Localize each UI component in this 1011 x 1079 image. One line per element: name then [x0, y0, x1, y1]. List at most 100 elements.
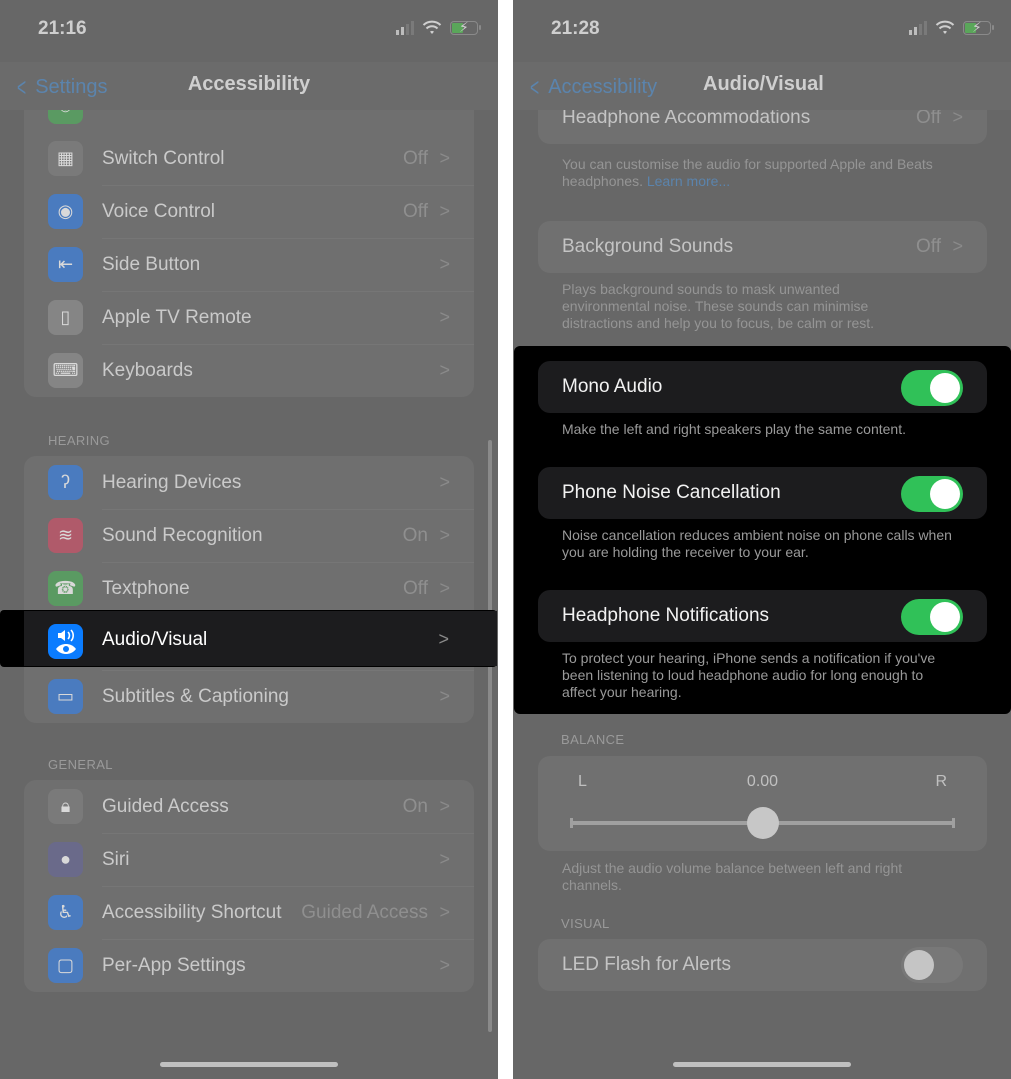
siri-icon: ●	[48, 842, 83, 877]
balance-card: L 0.00 R	[538, 756, 987, 851]
chevron-right-icon: >	[439, 307, 450, 327]
section-header-visual: VISUAL	[561, 916, 610, 931]
row-label: Apple TV Remote	[102, 306, 252, 328]
ear-icon: ʔ	[48, 465, 83, 500]
chevron-right-icon: >	[439, 796, 450, 816]
headphone-notifications-toggle[interactable]	[901, 599, 963, 635]
row-value: Off	[403, 200, 428, 222]
chevron-right-icon: >	[438, 629, 449, 649]
side-button-icon: ⇤	[48, 247, 83, 282]
list-item[interactable]: ▯ Apple TV Remote >	[24, 291, 474, 344]
list-item-audio-visual[interactable]: Audio/Visual >	[0, 610, 497, 667]
voice-control-icon: ◉	[48, 194, 83, 229]
textphone-icon: ☎	[48, 571, 83, 606]
learn-more-link[interactable]: Learn more...	[647, 173, 730, 189]
section-header-general: GENERAL	[48, 757, 113, 772]
chevron-right-icon: >	[439, 955, 450, 975]
list-item[interactable]: ♿︎ Accessibility Shortcut Guided Access >	[24, 886, 474, 939]
section-header-balance: BALANCE	[561, 732, 625, 747]
chevron-left-icon: <	[530, 72, 540, 102]
mono-audio-row: Mono Audio	[538, 361, 987, 413]
row-value: On	[402, 795, 428, 817]
accessibility-screen: 21:16 ⚡ < Settings Accessibility ☺ Face …	[0, 0, 498, 1079]
scrollbar[interactable]	[488, 440, 492, 1032]
status-time: 21:28	[551, 18, 600, 39]
row-label: Voice Control	[102, 200, 216, 222]
led-flash-toggle[interactable]	[901, 947, 963, 983]
chevron-right-icon: >	[439, 201, 450, 221]
list-item-led-flash: LED Flash for Alerts	[538, 939, 987, 991]
nav-bar: < Accessibility Audio/Visual	[513, 62, 1011, 110]
subtitles-icon: ▭	[48, 679, 83, 714]
highlighted-toggles-panel: Mono Audio Make the left and right speak…	[514, 346, 1011, 714]
row-label: Siri	[102, 848, 130, 870]
phone-noise-cancellation-toggle[interactable]	[901, 476, 963, 512]
phone-noise-cancellation-row: Phone Noise Cancellation	[538, 467, 987, 519]
row-label: Keyboards	[102, 359, 193, 381]
list-item[interactable]: ⇤ Side Button >	[24, 238, 474, 291]
list-item[interactable]: ▢ Per-App Settings >	[24, 939, 474, 992]
guided-access-icon: 🔒︎	[48, 789, 83, 824]
status-icons: ⚡	[909, 19, 994, 36]
chevron-right-icon: >	[952, 236, 963, 256]
battery-charging-icon: ⚡	[963, 19, 994, 35]
chevron-right-icon: >	[439, 148, 450, 168]
mono-audio-toggle[interactable]	[901, 370, 963, 406]
group-general: 🔒︎ Guided Access On > ● Siri > ♿︎ Accessibility …	[24, 780, 474, 992]
row-label: Textphone	[102, 577, 190, 599]
row-label: Audio/Visual	[102, 629, 208, 650]
balance-value: 0.00	[746, 773, 779, 790]
list-item[interactable]: ◉ Voice Control Off >	[24, 185, 474, 238]
section-header-hearing: HEARING	[48, 433, 111, 448]
balance-slider-thumb[interactable]	[746, 807, 779, 839]
back-button[interactable]: < Accessibility	[527, 72, 657, 103]
row-label: Guided Access	[102, 795, 229, 817]
chevron-right-icon: >	[439, 472, 450, 492]
keyboard-icon: ⌨	[48, 353, 83, 388]
row-value: Off	[916, 107, 941, 128]
list-item-subtitles[interactable]: ▭ Subtitles & Captioning >	[24, 670, 474, 723]
balance-footer: Adjust the audio volume balance between …	[562, 860, 903, 893]
row-label: Mono Audio	[562, 376, 663, 397]
chevron-right-icon: >	[439, 578, 450, 598]
sound-recognition-icon: ≋	[48, 518, 83, 553]
row-label: LED Flash for Alerts	[562, 954, 731, 975]
row-value: On	[402, 524, 428, 546]
home-indicator[interactable]	[160, 1062, 338, 1067]
chevron-right-icon: >	[439, 525, 450, 545]
chevron-right-icon: >	[439, 849, 450, 869]
wifi-icon	[422, 20, 442, 34]
row-label: Headphone Accommodations	[562, 107, 811, 128]
row-value: Guided Access	[301, 901, 428, 923]
row-label: Accessibility Shortcut	[102, 901, 282, 923]
row-label: Headphone Notifications	[562, 605, 770, 626]
list-item[interactable]: ≋ Sound Recognition On >	[24, 509, 474, 562]
list-item[interactable]: ● Siri >	[24, 833, 474, 886]
mono-audio-footer: Make the left and right speakers play th…	[562, 421, 906, 437]
headphone-notifications-row: Headphone Notifications	[538, 590, 987, 642]
led-flash-group: LED Flash for Alerts	[538, 939, 987, 991]
list-item-background-sounds[interactable]: Background Sounds Off >	[538, 221, 987, 273]
list-item[interactable]: ʔ Hearing Devices >	[24, 456, 474, 509]
apple-tv-remote-icon: ▯	[48, 300, 83, 335]
background-sounds-group: Background Sounds Off >	[538, 221, 987, 273]
accessibility-icon: ♿︎	[48, 895, 83, 930]
list-item[interactable]: ▦ Switch Control Off >	[24, 132, 474, 185]
home-indicator[interactable]	[673, 1062, 851, 1067]
group-hearing: ʔ Hearing Devices > ≋ Sound Recognition On > ☎ T…	[24, 456, 474, 723]
row-label: Subtitles & Captioning	[102, 685, 289, 707]
row-label: Hearing Devices	[102, 471, 242, 493]
list-item[interactable]: ☎ Textphone Off >	[24, 562, 474, 615]
balance-slider-track[interactable]	[570, 807, 955, 839]
row-value: Off	[916, 236, 941, 257]
chevron-right-icon: >	[952, 107, 963, 127]
cellular-signal-icon	[909, 21, 927, 35]
status-icons: ⚡	[396, 19, 481, 36]
audio-visual-screen: 21:28 ⚡ < Accessibility Audio/Visual Hea…	[513, 0, 1011, 1079]
back-label: Accessibility	[548, 76, 658, 98]
list-item[interactable]: ⌨ Keyboards >	[24, 344, 474, 397]
cellular-signal-icon	[396, 21, 414, 35]
row-label: Switch Control	[102, 147, 225, 169]
page-title: Accessibility	[187, 73, 311, 95]
list-item[interactable]: 🔒︎ Guided Access On >	[24, 780, 474, 833]
